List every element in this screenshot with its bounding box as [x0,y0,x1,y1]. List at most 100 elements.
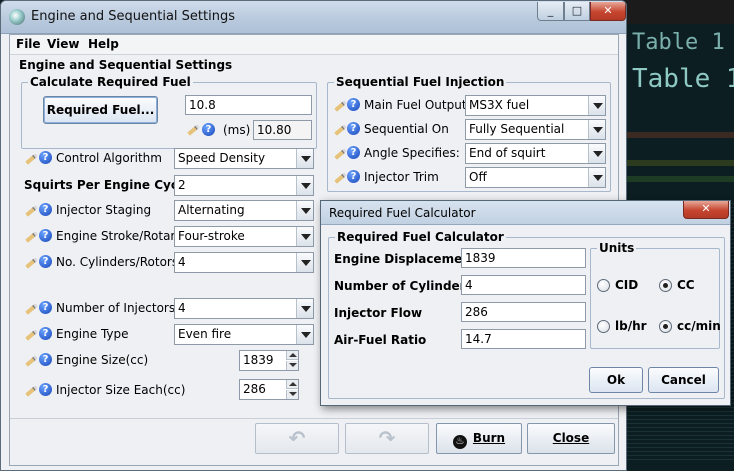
pencil-icon[interactable] [24,301,38,315]
main-fuel-outputs-select[interactable]: MS3X fuel [465,95,606,116]
spin-up-icon[interactable] [286,351,298,360]
pencil-icon[interactable] [24,255,38,269]
pencil-icon[interactable] [333,98,347,112]
help-icon[interactable]: ? [347,146,360,159]
pencil-icon[interactable] [24,229,38,243]
background-table-label-1: Table 1 [632,30,725,55]
maximize-button[interactable]: □ [564,2,590,21]
app-icon [9,9,25,25]
chevron-down-icon[interactable] [588,168,605,187]
help-icon[interactable]: ? [39,383,52,396]
menu-view[interactable]: View [47,37,79,51]
injector-flow-label: Injector Flow [334,306,423,320]
pencil-icon[interactable] [333,146,347,160]
pencil-icon[interactable] [24,383,38,397]
help-icon[interactable]: ? [39,229,52,242]
units-group-title: Units [597,241,637,255]
close-button[interactable]: Close [527,423,615,454]
chevron-down-icon[interactable] [588,96,605,115]
spin-down-icon[interactable] [286,361,298,370]
help-icon[interactable]: ? [347,122,360,135]
dialog-title-bar[interactable]: Required Fuel Calculator ✕ [321,201,730,225]
main-fuel-outputs-value: MS3X fuel [469,98,530,112]
chevron-down-icon[interactable] [296,176,313,195]
chevron-down-icon[interactable] [588,120,605,139]
background-band [626,160,734,166]
close-label: Close [552,431,590,445]
window-close-button[interactable]: ✕ [590,2,626,21]
redo-button[interactable]: ↷ [345,423,429,454]
unit-cid-radio[interactable] [597,279,610,292]
sequential-on-select[interactable]: Fully Sequential [465,119,606,140]
angle-specifies-select[interactable]: End of squirt [465,143,606,164]
injector-size-spinner[interactable]: 286 [239,379,299,400]
required-fuel-ms-value: 10.80 [253,120,312,140]
help-icon[interactable]: ? [39,203,52,216]
number-of-cylinders-input[interactable]: 4 [461,275,586,295]
chevron-down-icon[interactable] [296,201,313,220]
help-icon[interactable]: ? [202,123,215,136]
pencil-icon[interactable] [24,327,38,341]
required-fuel-button[interactable]: Required Fuel... [43,96,158,124]
spin-down-icon[interactable] [286,390,298,399]
unit-ccmin-radio[interactable] [659,320,672,333]
help-icon[interactable]: ? [39,327,52,340]
cancel-button[interactable]: Cancel [648,367,719,393]
help-icon[interactable]: ? [347,98,360,111]
engine-type-value: Even fire [178,327,232,341]
chevron-down-icon[interactable] [296,149,313,168]
redo-icon: ↷ [378,426,396,450]
injector-trim-select[interactable]: Off [465,167,606,188]
chevron-down-icon[interactable] [588,144,605,163]
background-table-label-2: Table 1 [632,64,734,94]
title-bar[interactable]: Engine and Sequential Settings _ □ ✕ [1,1,626,34]
cylinders-select[interactable]: 4 [174,252,314,273]
injector-size-label: Injector Size Each(cc) [56,383,186,397]
cylinders-label: No. Cylinders/Rotors [56,255,179,269]
injector-flow-input[interactable]: 286 [461,302,586,322]
pencil-icon[interactable] [333,122,347,136]
help-icon[interactable]: ? [347,170,360,183]
minimize-button[interactable]: _ [537,2,564,21]
ok-button[interactable]: Ok [589,367,643,393]
burn-button[interactable]: ♨ Burn [436,423,522,454]
number-of-injectors-value: 4 [178,301,186,315]
engine-stroke-label: Engine Stroke/Rotary [56,229,183,243]
dialog-close-button[interactable]: ✕ [683,201,729,219]
engine-type-select[interactable]: Even fire [174,324,314,345]
menu-file[interactable]: File [16,37,41,51]
help-icon[interactable]: ? [39,353,52,366]
chevron-down-icon[interactable] [296,227,313,246]
help-icon[interactable]: ? [39,301,52,314]
chevron-down-icon[interactable] [296,325,313,344]
unit-lbhr-radio[interactable] [597,320,610,333]
control-algorithm-select[interactable]: Speed Density [174,148,314,169]
help-icon[interactable]: ? [39,151,52,164]
engine-displacement-input[interactable]: 1839 [461,248,586,268]
squirts-per-cycle-select[interactable]: 2 [174,175,314,196]
bottom-divider [10,418,618,419]
pencil-icon[interactable] [333,170,347,184]
chevron-down-icon[interactable] [296,253,313,272]
help-icon[interactable]: ? [39,255,52,268]
unit-cc-radio[interactable] [659,279,672,292]
pencil-icon[interactable] [24,203,38,217]
pencil-icon[interactable] [24,151,38,165]
engine-type-label: Engine Type [56,327,129,341]
sequential-on-value: Fully Sequential [469,122,565,136]
window-title: Engine and Sequential Settings [31,9,235,24]
menu-help[interactable]: Help [88,37,119,51]
required-fuel-input[interactable]: 10.8 [185,95,312,115]
engine-size-spinner[interactable]: 1839 [239,350,299,371]
units-group: Units [590,241,720,349]
spin-up-icon[interactable] [286,380,298,389]
chevron-down-icon[interactable] [296,299,313,318]
pencil-icon[interactable] [24,353,38,367]
air-fuel-ratio-input[interactable]: 14.7 [461,329,586,349]
undo-button[interactable]: ↶ [255,423,339,454]
number-of-injectors-select[interactable]: 4 [174,298,314,319]
pencil-icon[interactable] [186,122,200,136]
engine-stroke-select[interactable]: Four-stroke [174,226,314,247]
required-fuel-calculator-dialog: Required Fuel Calculator ✕ Required Fuel… [320,200,731,406]
injector-staging-select[interactable]: Alternating [174,200,314,221]
